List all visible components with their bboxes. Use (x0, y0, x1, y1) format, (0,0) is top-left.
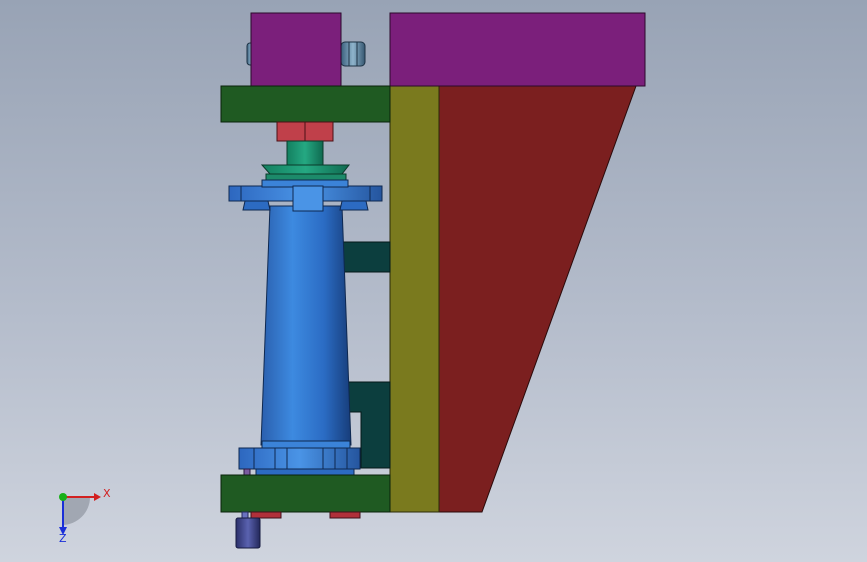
lower-flange[interactable] (238, 440, 361, 476)
x-axis-arrow-icon (94, 493, 101, 501)
olive-vertical-column[interactable] (389, 85, 440, 513)
bottom-stud-right (329, 511, 361, 519)
z-axis-label: Z (59, 532, 67, 545)
green-top-plate[interactable] (220, 85, 391, 123)
bottom-stud-left (250, 511, 282, 519)
red-hex-nut[interactable] (276, 121, 334, 142)
top-bolt-right[interactable] (340, 41, 366, 67)
green-washer[interactable] (260, 164, 351, 181)
magenta-top-block-left[interactable] (250, 12, 342, 87)
triad-shadow (62, 497, 90, 525)
coordinate-triad: X Z (59, 487, 111, 545)
x-axis-label: X (103, 487, 111, 500)
upper-flange[interactable] (228, 179, 383, 212)
magenta-top-block-right[interactable] (389, 12, 646, 87)
blue-shaft-body[interactable] (260, 205, 352, 446)
red-gusset-plate[interactable] (438, 85, 637, 513)
y-axis-origin-icon (59, 493, 67, 501)
cad-viewport[interactable]: X Z (0, 0, 867, 562)
green-stem[interactable] (286, 140, 324, 166)
green-bottom-plate[interactable] (220, 474, 391, 513)
